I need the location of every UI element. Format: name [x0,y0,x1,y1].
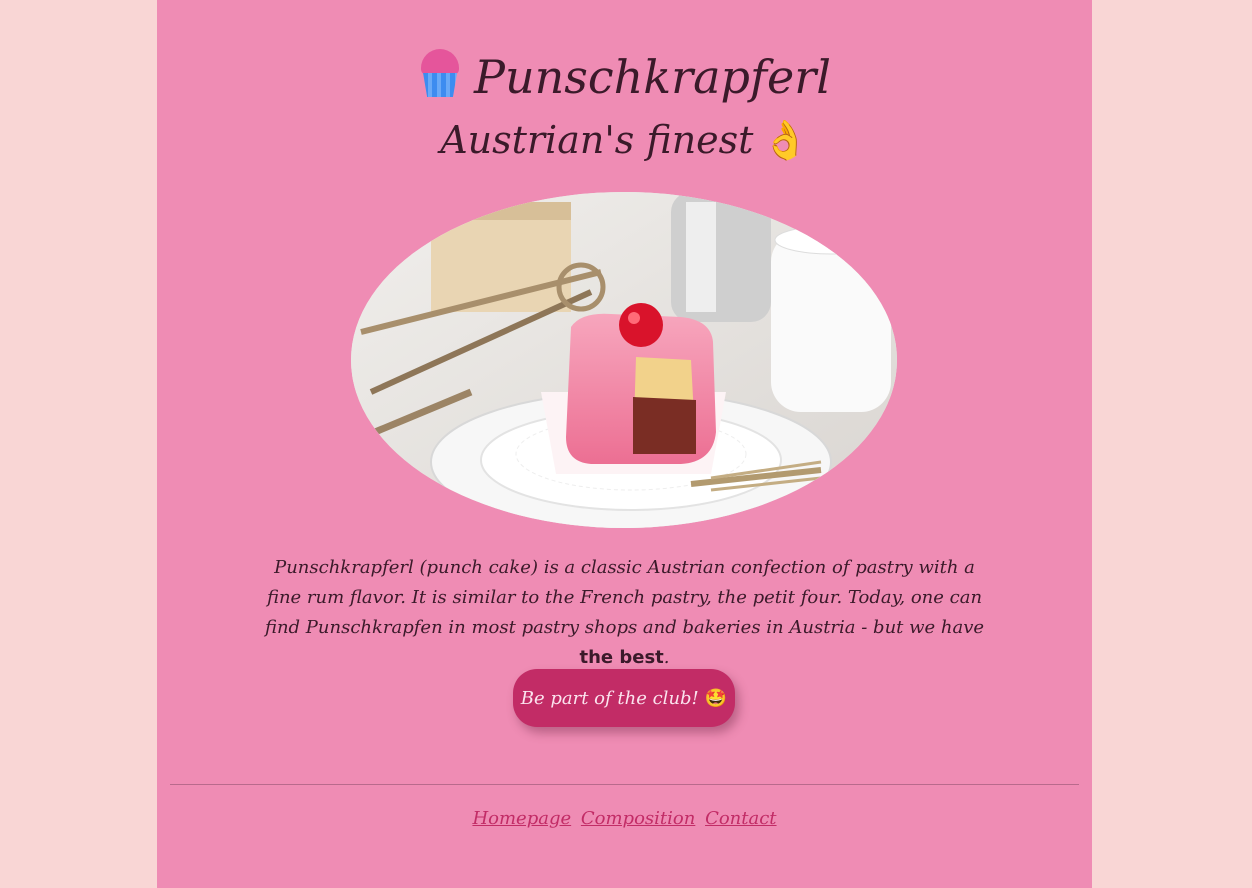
cupcake-icon [418,49,462,97]
footer-link-homepage[interactable]: Homepage [472,808,571,829]
hero-image [351,192,897,528]
footer-nav: Homepage Composition Contact [157,805,1092,833]
footer-link-composition[interactable]: Composition [581,808,695,829]
star-struck-icon: 🤩 [704,687,728,709]
description-emphasis: the best [579,647,664,668]
description-end: . [663,647,670,668]
page-title-text: Punschkrapferl [474,50,831,104]
page-title: Punschkrapferl [157,46,1092,108]
footer-link-contact[interactable]: Contact [705,808,776,829]
ok-hand-icon: 👌 [761,118,809,162]
join-club-label: Be part of the club! [520,687,699,709]
description-text: Punschkrapferl (punch cake) is a classic… [264,557,985,638]
punschkrapferl-photo [351,192,897,528]
page-subtitle-text: Austrian's finest [440,118,754,162]
join-club-button[interactable]: Be part of the club! 🤩 [513,669,735,727]
description-paragraph: Punschkrapferl (punch cake) is a classic… [257,553,992,673]
footer-divider [170,784,1079,785]
content-panel: Punschkrapferl Austrian's finest 👌 Punsc… [157,0,1092,888]
page-subtitle: Austrian's finest 👌 [157,114,1092,166]
